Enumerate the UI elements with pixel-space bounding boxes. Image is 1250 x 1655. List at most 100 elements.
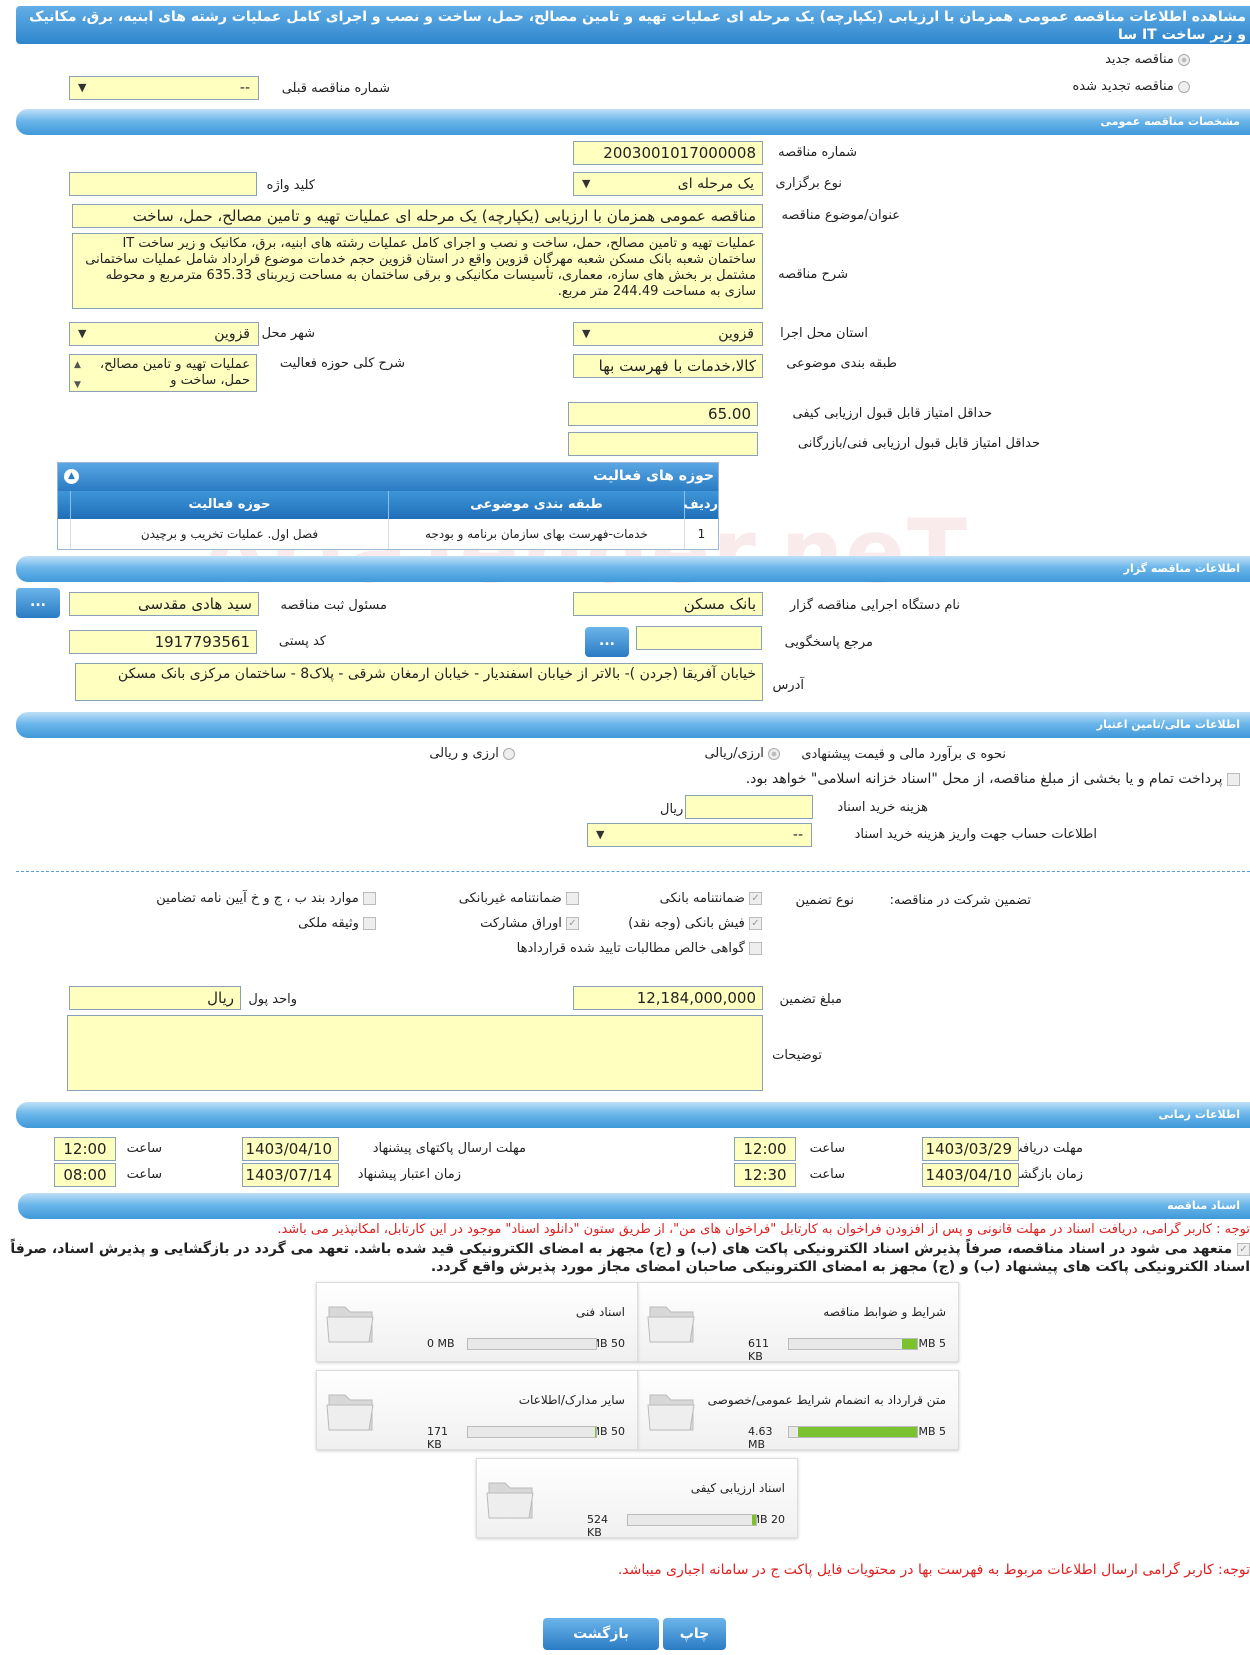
doc-card-quality[interactable]: اسناد ارزیابی کیفی 20 MB 524 KB [476, 1458, 798, 1539]
estimate-option-rial[interactable]: ارزی/ریالی [704, 746, 780, 761]
guarantee-bonds[interactable]: ✓ اوراق مشارکت [480, 916, 579, 931]
min-tech-field[interactable] [568, 432, 758, 456]
activity-list[interactable]: عملیات تهیه و تامین مصالح، حمل، ساخت و ▲ ▼ [69, 354, 257, 392]
doc-card-other[interactable]: سایر مدارک/اطلاعات 50 MB 171 KB [316, 1370, 638, 1451]
guarantee-property[interactable]: وثیقه ملکی [298, 916, 376, 931]
province-label: استان محل اجرا [780, 326, 868, 341]
description-textarea[interactable]: عملیات تهیه و تامین مصالح، حمل، ساخت و ن… [72, 233, 763, 309]
activity-value: عملیات تهیه و تامین مصالح، حمل، ساخت و [99, 357, 250, 388]
keyword-field[interactable] [69, 172, 257, 196]
checkbox-icon[interactable]: ✓ [1237, 1242, 1250, 1256]
scroll-down-icon[interactable]: ▼ [74, 377, 81, 391]
grid-columns: ردیف طبقه بندی موضوعی حوزه فعالیت [58, 491, 718, 519]
scroll-up-icon[interactable]: ▲ [74, 357, 81, 373]
guarantee-property-label: وثیقه ملکی [298, 916, 359, 931]
doc-current-size: 4.63 MB [748, 1425, 773, 1451]
subject-field[interactable]: مناقصه عمومی همزمان با ارزیابی (یکپارچه)… [72, 204, 763, 228]
doc-current-size: 171 KB [427, 1425, 448, 1451]
guarantee-cash-label: فیش بانکی (وجه نقد) [628, 916, 745, 931]
guarantee-cash[interactable]: ✓ فیش بانکی (وجه نقد) [628, 916, 762, 931]
organization-field[interactable]: بانک مسکن [573, 592, 763, 616]
min-quality-field[interactable]: 65.00 [568, 402, 758, 426]
responsible-lookup-button[interactable]: ... [16, 588, 60, 618]
open-date-field[interactable]: 1403/04/10 [922, 1163, 1019, 1187]
back-button[interactable]: بازگشت [543, 1618, 659, 1650]
number-label: شماره مناقصه [778, 145, 857, 160]
postal-code-field[interactable]: 1917793561 [69, 630, 257, 654]
renewed-tender-radio[interactable]: مناقصه تجدید شده [1072, 79, 1190, 94]
table-row[interactable]: 1 خدمات-فهرست بهای سازمان برنامه و بودجه… [58, 519, 718, 549]
responsible-field[interactable]: سید هادی مقدسی [69, 592, 259, 616]
reference-field[interactable] [636, 626, 762, 650]
checkbox-icon[interactable] [566, 892, 579, 905]
checkbox-icon[interactable]: ✓ [566, 917, 579, 930]
province-select[interactable]: قزوین ▼ [573, 322, 763, 346]
page-title: مشاهده اطلاعات مناقصه عمومی همزمان با ار… [16, 6, 1250, 44]
estimate-option-both[interactable]: ارزی و ریالی [429, 746, 515, 761]
doc-card-contract[interactable]: متن قرارداد به انضمام شرایط عمومی/خصوصی … [637, 1370, 959, 1451]
chevron-down-icon: ▼ [582, 177, 591, 190]
section-finance: اطلاعات مالی/تامین اعتبار [16, 712, 1250, 738]
doc-current-size: 524 KB [587, 1513, 608, 1539]
checkbox-icon[interactable] [363, 917, 376, 930]
radio-icon[interactable] [1178, 80, 1190, 93]
checkbox-icon[interactable]: ✓ [749, 892, 762, 905]
valid-time-field[interactable]: 08:00 [54, 1163, 116, 1187]
city-select[interactable]: قزوین ▼ [69, 322, 259, 346]
collapse-icon[interactable]: ▲ [64, 469, 79, 484]
send-date-field[interactable]: 1403/04/10 [242, 1137, 339, 1161]
currency-unit-field[interactable]: ریال [69, 986, 241, 1010]
type-label: نوع برگزاری [775, 176, 842, 191]
type-value: یک مرحله ای [677, 176, 754, 192]
reference-lookup-button[interactable]: ... [585, 627, 629, 657]
address-field[interactable]: خیابان آفریقا (جردن )- بالاتر از خیابان … [75, 663, 763, 701]
radio-icon[interactable] [503, 747, 515, 760]
radio-icon[interactable] [1178, 53, 1190, 66]
doc-current-size: 0 MB [427, 1337, 455, 1350]
guarantee-type-label: نوع تضمین [795, 893, 854, 908]
category-field[interactable]: کالا،خدمات با فهرست بها [573, 354, 763, 378]
tender-number-field[interactable]: 2003001017000008 [573, 141, 763, 165]
grid-title: حوزه های فعالیت [593, 468, 714, 484]
col-category: طبقه بندی موضوعی [388, 491, 684, 519]
doc-progress-fill [752, 1515, 756, 1525]
type-select[interactable]: یک مرحله ای ▼ [573, 172, 763, 196]
radio-icon[interactable] [768, 747, 780, 760]
new-tender-radio[interactable]: مناقصه جدید [1105, 52, 1190, 67]
doc-current-size: 611 KB [748, 1337, 769, 1363]
guarantee-claims-label: گواهی خالص مطالبات تایید شده قراردادها [516, 941, 745, 956]
valid-date-field[interactable]: 1403/07/14 [242, 1163, 339, 1187]
chevron-down-icon: ▼ [596, 828, 605, 841]
doc-card-conditions[interactable]: شرایط و ضوابط مناقصه 5 MB 611 KB [637, 1282, 959, 1363]
cell-activity: فصل اول. عملیات تخریب و برچیدن [70, 519, 388, 549]
checkbox-icon[interactable] [749, 942, 762, 955]
hour-label: ساعت [126, 1141, 162, 1156]
doc-progress-fill [594, 1427, 596, 1437]
new-tender-label: مناقصه جدید [1105, 52, 1174, 67]
receive-time-field[interactable]: 12:00 [734, 1137, 796, 1161]
checkbox-icon[interactable]: ✓ [749, 917, 762, 930]
checkbox-icon[interactable] [363, 892, 376, 905]
account-select[interactable]: -- ▼ [587, 823, 812, 847]
checkbox-icon[interactable] [1227, 772, 1240, 786]
send-time-field[interactable]: 12:00 [54, 1137, 116, 1161]
col-activity: حوزه فعالیت [70, 491, 388, 519]
treasury-checkbox[interactable]: پرداخت تمام و یا بخشی از مبلغ مناقصه، از… [746, 771, 1240, 787]
doc-progress-fill [901, 1339, 917, 1349]
doc-card-technical[interactable]: اسناد فنی 50 MB 0 MB [316, 1282, 638, 1362]
subject-label: عنوان/موضوع مناقصه [781, 208, 900, 223]
guarantee-bank-label: ضمانتنامه بانکی [659, 891, 745, 906]
folder-icon [326, 1306, 374, 1343]
guarantee-amount-field[interactable]: 12,184,000,000 [573, 986, 763, 1010]
guarantee-nonbank[interactable]: ضمانتنامه غیربانکی [459, 891, 579, 906]
notes-textarea[interactable] [67, 1015, 763, 1091]
prev-number-select[interactable]: -- ▼ [69, 76, 259, 100]
print-button[interactable]: چاپ [663, 1618, 726, 1650]
chevron-down-icon: ▼ [582, 327, 591, 340]
doc-fee-field[interactable] [685, 795, 813, 819]
guarantee-bank[interactable]: ✓ ضمانتنامه بانکی [660, 891, 762, 906]
guarantee-other[interactable]: موارد بند ب ، ج و خ آیین نامه تضامین [156, 891, 376, 906]
receive-date-field[interactable]: 1403/03/29 [922, 1137, 1019, 1161]
guarantee-claims[interactable]: گواهی خالص مطالبات تایید شده قراردادها [517, 941, 762, 956]
open-time-field[interactable]: 12:30 [734, 1163, 796, 1187]
